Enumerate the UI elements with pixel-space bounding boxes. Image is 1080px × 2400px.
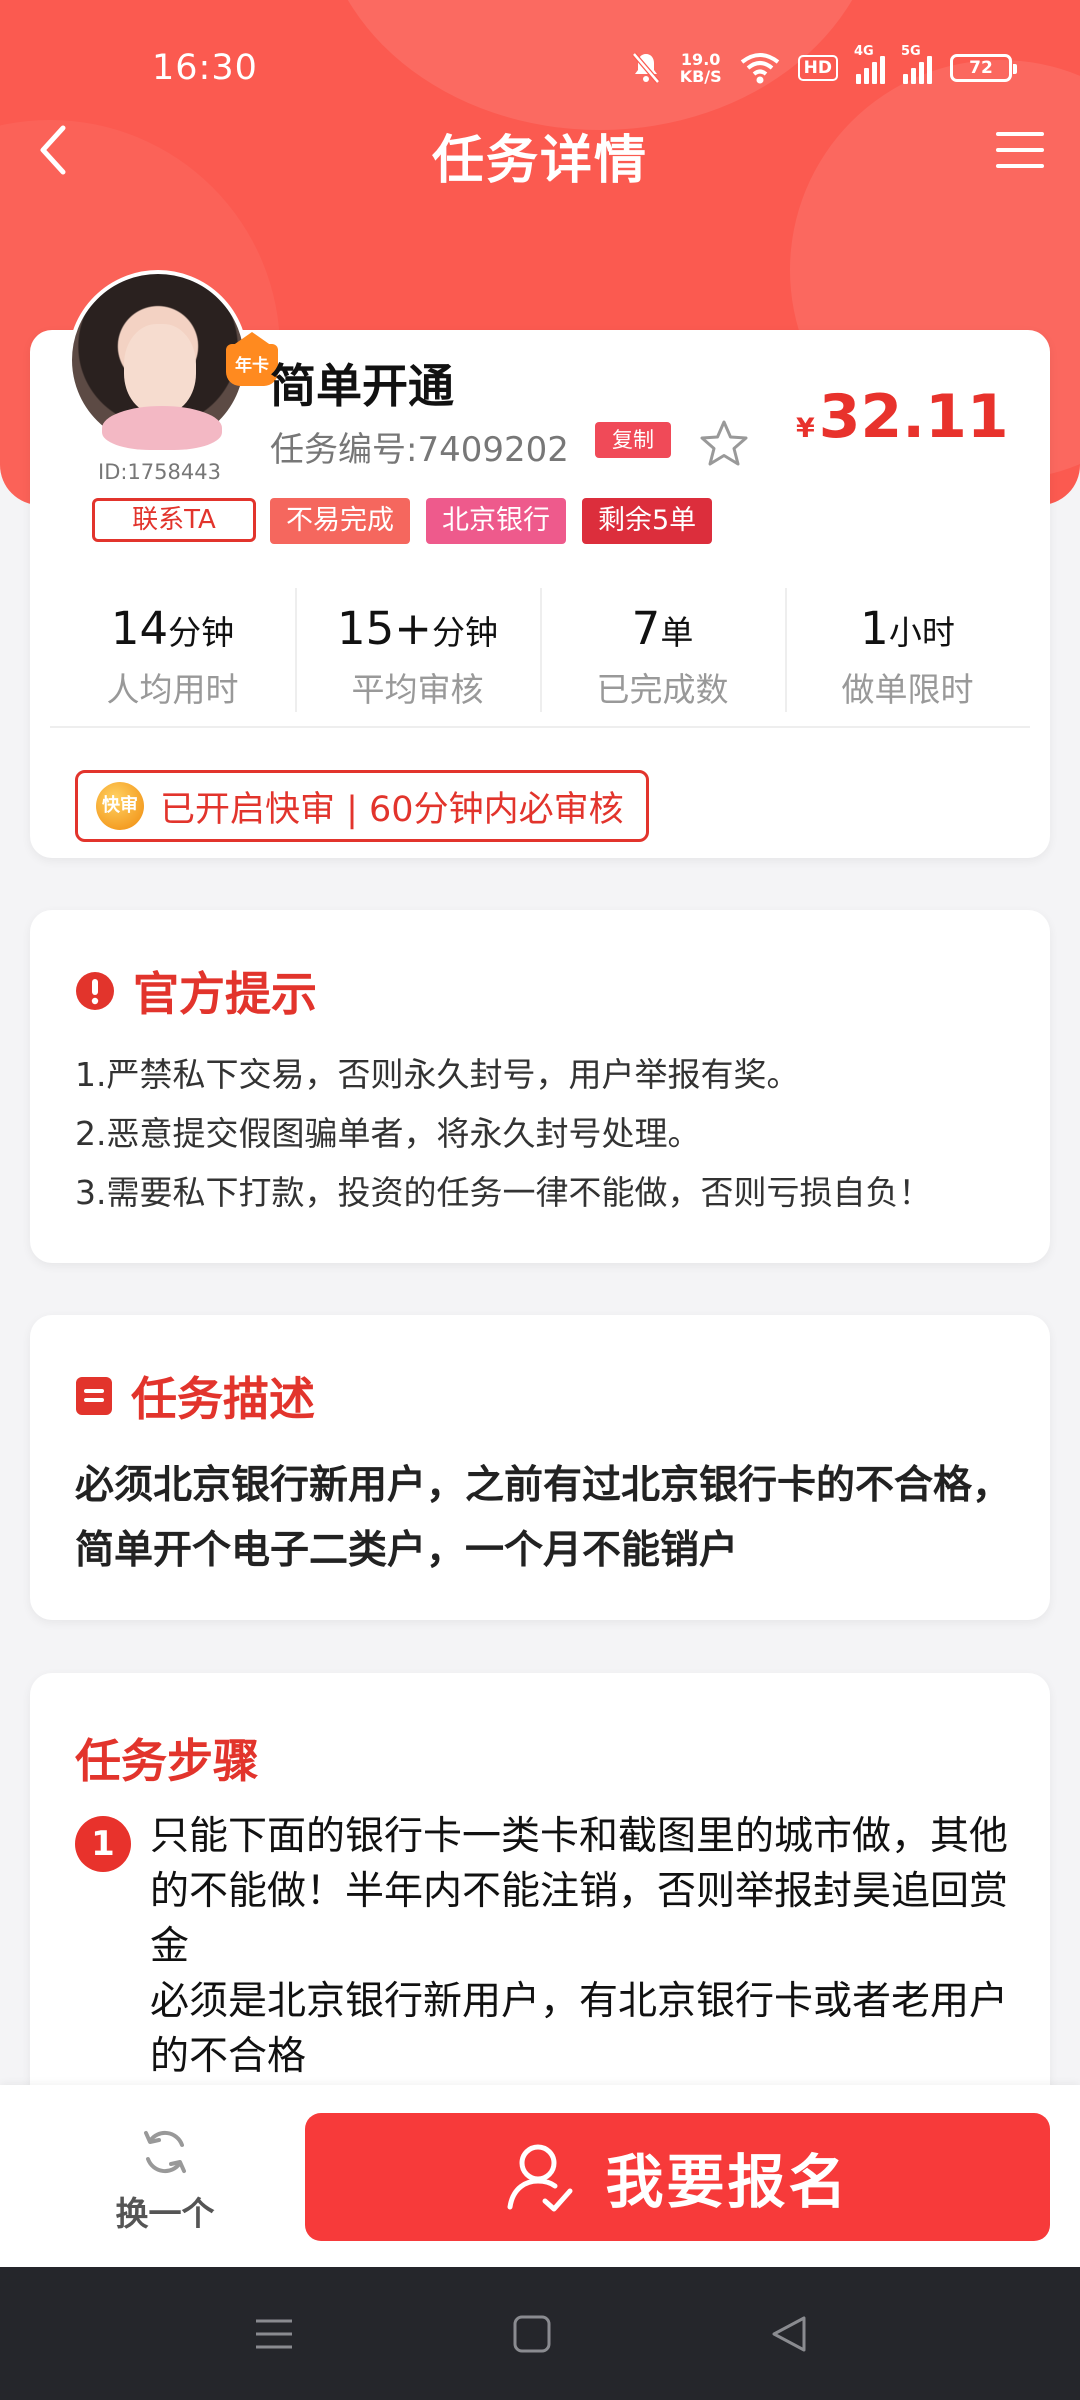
step-line: 只能下面的银行卡一类卡和截图里的城市做，其他的不能做！半年内不能注销，否则举报封… xyxy=(150,1814,1009,1969)
stat-label: 已完成数 xyxy=(596,670,729,709)
stat-value: 15+分钟 xyxy=(295,602,540,655)
status-time: 16:30 xyxy=(152,48,258,88)
stat-value: 1小时 xyxy=(785,602,1030,655)
system-back-button[interactable] xyxy=(768,2312,812,2356)
task-title: 简单开通 xyxy=(270,359,454,413)
home-button[interactable] xyxy=(510,2312,554,2356)
notice-title: 官方提示 xyxy=(133,967,317,1021)
avatar-face xyxy=(124,324,196,414)
stat-number: 1 xyxy=(860,602,889,655)
triangle-back-icon xyxy=(772,2316,806,2352)
stat-unit: 单 xyxy=(660,613,694,652)
battery-icon: 72 xyxy=(950,54,1017,82)
contact-button[interactable]: 联系TA xyxy=(92,498,256,542)
fast-review-icon: 快审 xyxy=(96,782,144,830)
stat-label: 人均用时 xyxy=(106,670,239,709)
stat-time-limit: 1小时 做单限时 xyxy=(785,588,1030,726)
step-text: 只能下面的银行卡一类卡和截图里的城市做，其他的不能做！半年内不能注销，否则举报封… xyxy=(150,1809,1030,2084)
signal-4g-icon: 4G xyxy=(854,44,885,84)
status-icons: 19.0 KB/S HD 4G 5G 72 xyxy=(630,44,1017,88)
task-stats: 14分钟 人均用时 15+分钟 平均审核 7单 已完成数 1小时 做单限时 xyxy=(50,588,1030,728)
steps-title: 任务步骤 xyxy=(75,1734,259,1788)
step-line: 必须是北京银行新用户，有北京银行卡或者老用户的不合格 xyxy=(150,1979,1009,2079)
switch-task-button[interactable]: 换一个 xyxy=(90,2125,240,2235)
stat-number: 14 xyxy=(110,602,169,655)
stat-label: 做单限时 xyxy=(841,670,974,709)
recent-apps-button[interactable] xyxy=(252,2312,296,2356)
user-id: ID:1758443 xyxy=(98,460,221,484)
bottom-action-bar: 换一个 我要报名 xyxy=(0,2085,1080,2267)
menu-button[interactable] xyxy=(980,115,1060,185)
tag-difficulty: 不易完成 xyxy=(270,498,410,544)
fast-review-text: 已开启快审 | 60分钟内必审核 xyxy=(160,789,624,830)
network-speed: 19.0 KB/S xyxy=(680,51,722,85)
avatar[interactable]: 年卡 xyxy=(68,270,278,450)
signal-5g-icon: 5G xyxy=(901,44,932,84)
description-header: 任务描述 xyxy=(75,1363,315,1429)
avatar-shirt xyxy=(102,406,222,450)
network-speed-value: 19.0 xyxy=(680,50,721,69)
stat-label: 平均审核 xyxy=(351,670,484,709)
mute-bell-icon xyxy=(631,52,660,84)
user-check-icon xyxy=(507,2144,573,2212)
stat-number: 7 xyxy=(631,602,661,655)
notice-list: 1.严禁私下交易，否则永久封号，用户举报有奖。 2.恶意提交假图骗单者，将永久封… xyxy=(75,1045,932,1222)
task-description-card: 任务描述 必须北京银行新用户，之前有过北京银行卡的不合格，简单开个电子二类户，一… xyxy=(30,1315,1050,1620)
stat-unit: 分钟 xyxy=(168,613,235,652)
switch-task-label: 换一个 xyxy=(115,2194,215,2233)
stat-number: 15+ xyxy=(337,602,432,655)
copy-button[interactable]: 复制 xyxy=(595,422,671,458)
description-title: 任务描述 xyxy=(131,1372,315,1426)
step-number-badge: 1 xyxy=(75,1816,131,1872)
notice-line: 2.恶意提交假图骗单者，将永久封号处理。 xyxy=(75,1114,701,1153)
wifi-icon xyxy=(740,53,779,84)
square-icon xyxy=(513,2315,551,2353)
description-text: 必须北京银行新用户，之前有过北京银行卡的不合格，简单开个电子二类户，一个月不能销… xyxy=(75,1463,1012,1573)
signup-label: 我要报名 xyxy=(605,2148,850,2216)
fast-review-banner: 快审 已开启快审 | 60分钟内必审核 xyxy=(75,770,649,842)
tag-bank: 北京银行 xyxy=(426,498,566,544)
system-navigation-bar xyxy=(0,2267,1080,2400)
stat-value: 14分钟 xyxy=(50,602,295,655)
signup-button[interactable]: 我要报名 xyxy=(305,2113,1050,2241)
page-title: 任务详情 xyxy=(431,131,648,191)
task-reward: ¥ 32.11 xyxy=(796,382,1009,452)
signal-5g-label: 5G xyxy=(901,44,921,59)
hd-badge: HD xyxy=(797,55,838,81)
network-speed-unit: KB/S xyxy=(679,67,722,86)
notice-line: 3.需要私下打款，投资的任务一律不能做，否则亏损自负！ xyxy=(75,1173,932,1212)
favorite-button[interactable] xyxy=(698,418,750,470)
task-number: 任务编号:7409202 xyxy=(270,430,569,470)
official-notice-card: 官方提示 1.严禁私下交易，否则永久封号，用户举报有奖。 2.恶意提交假图骗单者… xyxy=(30,910,1050,1263)
stat-unit: 分钟 xyxy=(431,613,498,652)
price-value: 32.11 xyxy=(818,382,1009,452)
menu-lines-icon xyxy=(256,2319,292,2349)
status-bar: 16:30 19.0 KB/S HD 4G 5G 72 xyxy=(0,0,1080,120)
signal-4g-label: 4G xyxy=(854,44,874,59)
stat-avg-time: 14分钟 人均用时 xyxy=(50,588,295,726)
notice-header: 官方提示 xyxy=(75,958,317,1024)
refresh-icon xyxy=(144,2130,186,2174)
document-icon xyxy=(76,1377,112,1415)
notice-line: 1.严禁私下交易，否则永久封号，用户举报有奖。 xyxy=(75,1055,800,1094)
stat-value: 7单 xyxy=(540,602,785,655)
task-tags: 不易完成 北京银行 剩余5单 xyxy=(270,498,713,544)
price-currency: ¥ xyxy=(796,413,815,444)
star-icon xyxy=(700,420,748,466)
task-summary-card: 年卡 ID:1758443 联系TA 简单开通 任务编号:7409202 复制 … xyxy=(30,270,1050,858)
stat-avg-review: 15+分钟 平均审核 xyxy=(295,588,540,726)
stat-unit: 小时 xyxy=(888,613,955,652)
menu-icon xyxy=(996,132,1044,168)
stat-completed: 7单 已完成数 xyxy=(540,588,785,726)
tag-remaining: 剩余5单 xyxy=(582,498,713,544)
exclamation-circle-icon xyxy=(76,972,114,1010)
